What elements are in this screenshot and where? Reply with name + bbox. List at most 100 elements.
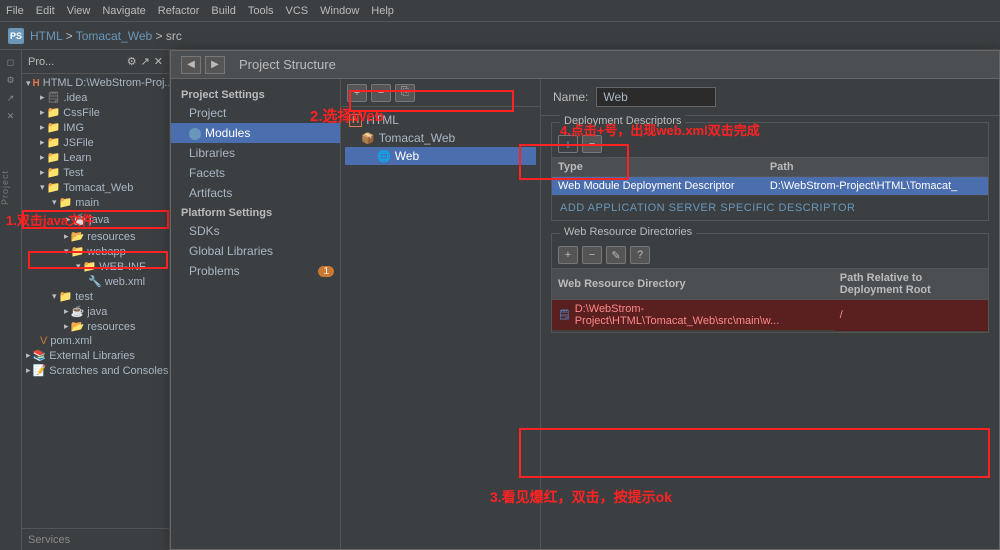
settings-item-facets[interactable]: Facets	[171, 163, 340, 183]
tree-item-java[interactable]: ▸ ☕ java	[22, 210, 169, 229]
back-button[interactable]: ◀	[181, 56, 201, 74]
tree-item-test-resources[interactable]: ▸ 📂 resources	[22, 319, 169, 334]
deployment-section-title: Deployment Descriptors	[560, 115, 685, 127]
forward-button[interactable]: ▶	[205, 56, 225, 74]
menu-help[interactable]: Help	[371, 5, 394, 17]
deployment-type: Web Module Deployment Descriptor	[552, 177, 764, 196]
col-type: Type	[552, 158, 764, 177]
menu-view[interactable]: View	[67, 5, 91, 17]
settings-item-project[interactable]: Project	[171, 103, 340, 123]
tree-item-main[interactable]: ▾ 📁 main	[22, 195, 169, 210]
resource-dir-path: D:\WebStrom-Project\HTML\Tomacat_Web\src…	[575, 303, 828, 327]
sidebar-icon-4[interactable]: ✕	[3, 108, 19, 124]
module-node-html[interactable]: H HTML	[345, 111, 536, 129]
panel-icon-expand[interactable]: ↗	[141, 55, 150, 68]
tree-item-webxml[interactable]: 🔧 web.xml	[22, 274, 169, 289]
tree-item-test-root[interactable]: ▸ 📁 Test	[22, 165, 169, 180]
tree-item-scratches[interactable]: ▸ 📝 Scratches and Consoles	[22, 363, 169, 378]
deployment-section: Deployment Descriptors + − Type Path	[551, 122, 989, 221]
name-row: Name:	[541, 79, 999, 116]
deployment-row-1[interactable]: Web Module Deployment Descriptor D:\WebS…	[552, 177, 988, 196]
module-node-web[interactable]: 🌐 Web	[345, 147, 536, 165]
project-panel-header: Pro... ⚙ ↗ ✕	[22, 50, 169, 74]
settings-pane: Project Settings Project Modules Librari…	[171, 79, 341, 549]
module-add-button[interactable]: +	[347, 84, 367, 102]
deployment-remove-button[interactable]: −	[582, 135, 602, 153]
col-web-resource-dir: Web Resource Directory	[552, 269, 834, 300]
menu-edit[interactable]: Edit	[36, 5, 55, 17]
module-pane: + − ⎘ H HTML 📦 Tomacat_Web	[341, 79, 541, 549]
tree-item-html[interactable]: ▾ H HTML D:\WebStrom-Proj...	[22, 76, 169, 90]
menu-file[interactable]: File	[6, 5, 24, 17]
deployment-table: Type Path Web Module Deployment Descript…	[552, 158, 988, 196]
menu-tools[interactable]: Tools	[248, 5, 274, 17]
project-tree: ▾ H HTML D:\WebStrom-Proj... ▸ 🗒 .idea ▸…	[22, 74, 169, 528]
menu-window[interactable]: Window	[320, 5, 359, 17]
module-copy-button[interactable]: ⎘	[395, 84, 415, 102]
settings-item-artifacts[interactable]: Artifacts	[171, 183, 340, 203]
details-pane: Name: Deployment Descriptors + −	[541, 79, 999, 549]
sidebar-icon-3[interactable]: ↗	[3, 90, 19, 106]
menu-bar: File Edit View Navigate Refactor Build T…	[0, 0, 1000, 22]
add-descriptor-link[interactable]: ADD APPLICATION SERVER SPECIFIC DESCRIPT…	[552, 196, 988, 220]
resource-remove-button[interactable]: −	[582, 246, 602, 264]
tree-item-test[interactable]: ▾ 📁 test	[22, 289, 169, 304]
sidebar-icon-1[interactable]: ◻	[3, 54, 19, 70]
resource-row-1[interactable]: 🗒 D:\WebStrom-Project\HTML\Tomacat_Web\s…	[552, 300, 988, 332]
settings-item-libraries[interactable]: Libraries	[171, 143, 340, 163]
settings-item-problems[interactable]: Problems 1	[171, 261, 340, 281]
settings-item-sdks[interactable]: SDKs	[171, 221, 340, 241]
tree-item-pomxml[interactable]: V pom.xml	[22, 334, 169, 348]
deployment-toolbar: + −	[552, 131, 988, 158]
name-input[interactable]	[596, 87, 716, 107]
resource-edit-button[interactable]: ✎	[606, 246, 626, 264]
breadcrumb-src: src	[166, 29, 182, 43]
settings-item-global-libs[interactable]: Global Libraries	[171, 241, 340, 261]
tree-item-ext-libs[interactable]: ▸ 📚 External Libraries	[22, 348, 169, 363]
deployment-add-button[interactable]: +	[558, 135, 578, 153]
tree-item-test-java[interactable]: ▸ ☕ java	[22, 304, 169, 319]
col-path-relative: Path Relative to Deployment Root	[834, 269, 988, 300]
settings-item-modules[interactable]: Modules	[171, 123, 340, 143]
breadcrumb-tomacat: Tomacat_Web	[76, 29, 152, 43]
project-settings-title: Project Settings	[171, 85, 340, 103]
services-label: Services	[22, 528, 169, 550]
module-tree: H HTML 📦 Tomacat_Web 🌐 Web	[341, 107, 540, 549]
project-panel-title: Pro...	[28, 56, 54, 68]
resource-add-button[interactable]: +	[558, 246, 578, 264]
resource-help-button[interactable]: ?	[630, 246, 650, 264]
name-label: Name:	[553, 90, 588, 104]
tree-item-webinf[interactable]: ▾ 📁 WEB-INF	[22, 259, 169, 274]
deployment-path: D:\WebStrom-Project\HTML\Tomacat_	[764, 177, 988, 196]
app-icon: PS	[8, 28, 24, 44]
problems-badge: 1	[318, 266, 334, 277]
col-path: Path	[764, 158, 988, 177]
tree-item-resources[interactable]: ▸ 📂 resources	[22, 229, 169, 244]
menu-build[interactable]: Build	[211, 5, 235, 17]
project-structure-dialog: ◀ ▶ Project Structure Project Settings P…	[170, 50, 1000, 550]
tree-item-learn[interactable]: ▸ 📁 Learn	[22, 150, 169, 165]
web-resource-section-title: Web Resource Directories	[560, 226, 696, 238]
module-remove-button[interactable]: −	[371, 84, 391, 102]
tree-item-jsfile[interactable]: ▸ 📁 JSFile	[22, 135, 169, 150]
tree-item-tomacat[interactable]: ▾ 📁 Tomacat_Web	[22, 180, 169, 195]
menu-navigate[interactable]: Navigate	[102, 5, 145, 17]
sidebar-icon-2[interactable]: ⚙	[3, 72, 19, 88]
dialog-title-text: Project Structure	[239, 57, 336, 72]
tree-item-cssfile[interactable]: ▸ 📁 CssFile	[22, 105, 169, 120]
project-panel: Pro... ⚙ ↗ ✕ ▾ H HTML D:\WebStrom-Proj..…	[22, 50, 170, 550]
module-node-tomacat[interactable]: 📦 Tomacat_Web	[345, 129, 536, 147]
menu-refactor[interactable]: Refactor	[158, 5, 200, 17]
platform-settings-title: Platform Settings	[171, 203, 340, 221]
resource-toolbar: + − ✎ ?	[552, 242, 988, 269]
menu-vcs[interactable]: VCS	[286, 5, 309, 17]
tree-item-webapp[interactable]: ▾ 📁 webapp	[22, 244, 169, 259]
project-label: Project	[0, 170, 22, 205]
module-toolbar: + − ⎘	[341, 79, 540, 107]
panel-icon-gear[interactable]: ⚙	[127, 55, 137, 68]
resource-rel-path: /	[834, 300, 988, 332]
panel-icon-close[interactable]: ✕	[154, 55, 163, 68]
tree-item-img[interactable]: ▸ 📁 IMG	[22, 120, 169, 135]
tree-item-idea[interactable]: ▸ 🗒 .idea	[22, 90, 169, 105]
resource-table: Web Resource Directory Path Relative to …	[552, 269, 988, 332]
